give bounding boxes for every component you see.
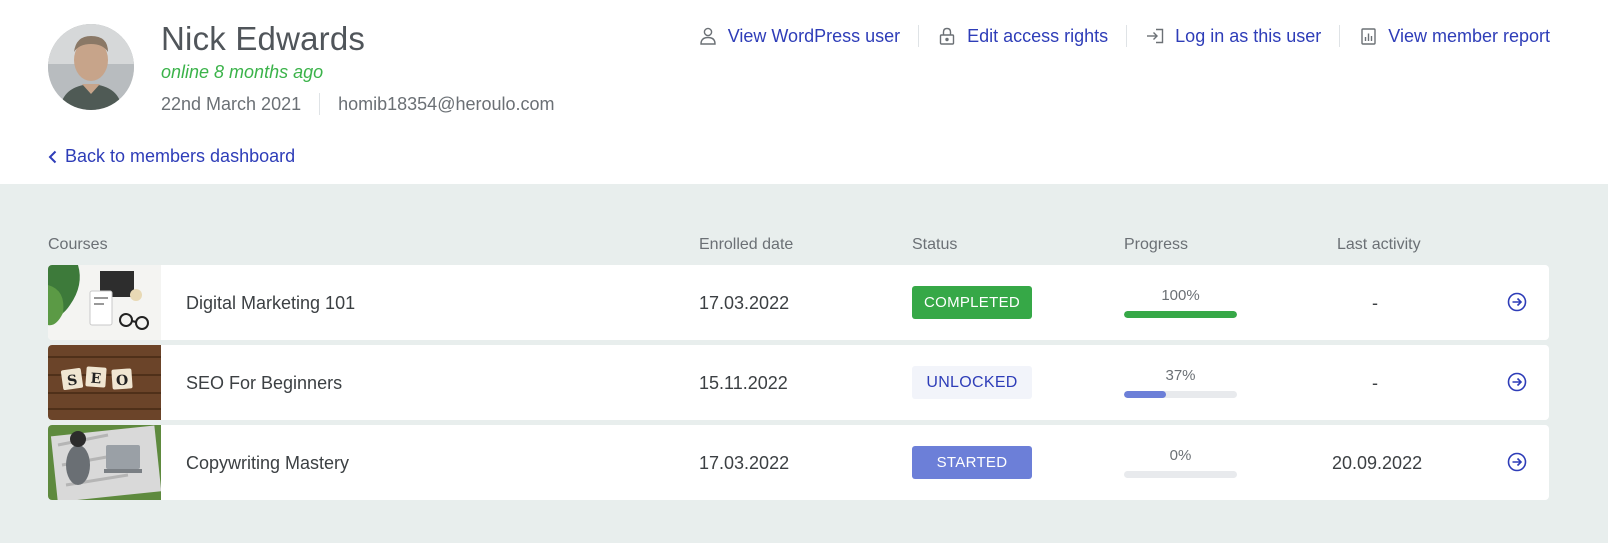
status-badge: STARTED bbox=[912, 446, 1032, 479]
progress-track bbox=[1124, 311, 1237, 318]
course-row[interactable]: Copywriting Mastery 17.03.2022 STARTED 0… bbox=[48, 425, 1549, 500]
progress-indicator: 100% bbox=[1124, 287, 1237, 318]
enrolled-date: 17.03.2022 bbox=[699, 453, 790, 473]
progress-label: 100% bbox=[1161, 287, 1200, 304]
status-badge: COMPLETED bbox=[912, 286, 1032, 319]
divider bbox=[1339, 25, 1341, 47]
back-to-dashboard-link[interactable]: Back to members dashboard bbox=[48, 146, 295, 167]
arrow-right-circle-icon[interactable] bbox=[1507, 372, 1527, 392]
progress-track bbox=[1124, 391, 1237, 398]
view-member-report-link[interactable]: View member report bbox=[1358, 26, 1550, 47]
progress-indicator: 0% bbox=[1124, 447, 1237, 478]
enrolled-date: 15.11.2022 bbox=[699, 373, 788, 393]
user-avatar bbox=[48, 24, 134, 110]
column-header-status: Status bbox=[912, 236, 958, 253]
divider bbox=[1126, 25, 1128, 47]
arrow-right-circle-icon[interactable] bbox=[1507, 292, 1527, 312]
course-name: Digital Marketing 101 bbox=[186, 293, 356, 313]
course-name: Copywriting Mastery bbox=[186, 453, 350, 473]
last-activity: 20.09.2022 bbox=[1332, 453, 1423, 473]
course-thumbnail bbox=[48, 425, 161, 500]
user-meta: 22nd March 2021 homib18354@heroulo.com bbox=[161, 92, 555, 116]
progress-label: 37% bbox=[1165, 367, 1196, 384]
last-activity: - bbox=[1372, 373, 1378, 393]
course-thumbnail: S E O bbox=[48, 345, 161, 420]
view-wordpress-user-link[interactable]: View WordPress user bbox=[698, 26, 900, 47]
lock-icon bbox=[937, 26, 957, 46]
report-icon bbox=[1358, 26, 1378, 46]
svg-text:O: O bbox=[115, 373, 128, 390]
join-date: 22nd March 2021 bbox=[161, 93, 302, 114]
course-row[interactable]: Digital Marketing 101 17.03.2022 COMPLET… bbox=[48, 265, 1549, 340]
last-activity: - bbox=[1372, 293, 1378, 313]
svg-text:E: E bbox=[90, 371, 102, 388]
enrolled-date: 17.03.2022 bbox=[699, 293, 790, 313]
course-thumbnail bbox=[48, 265, 161, 340]
login-icon bbox=[1145, 26, 1165, 46]
column-header-enrolled: Enrolled date bbox=[699, 236, 794, 253]
progress-fill bbox=[1124, 311, 1237, 318]
chevron-left-icon bbox=[48, 150, 57, 164]
online-status: online 8 months ago bbox=[161, 62, 324, 82]
user-actions: View WordPress user Edit access rights L… bbox=[698, 24, 1550, 48]
course-row[interactable]: S E O SEO For Beginners 15.11.2022 UNLOC… bbox=[48, 345, 1549, 420]
progress-fill bbox=[1124, 391, 1166, 398]
column-header-last-activity: Last activity bbox=[1337, 236, 1421, 253]
user-email: homib18354@heroulo.com bbox=[338, 93, 555, 114]
member-header: Nick Edwards online 8 months ago 22nd Ma… bbox=[0, 0, 1608, 184]
column-header-courses: Courses bbox=[48, 236, 108, 253]
courses-panel: Courses Enrolled date Status Progress La… bbox=[0, 184, 1608, 543]
progress-label: 0% bbox=[1169, 447, 1192, 464]
column-header-progress: Progress bbox=[1124, 236, 1189, 253]
log-in-as-user-link[interactable]: Log in as this user bbox=[1145, 26, 1321, 47]
user-icon bbox=[698, 26, 718, 46]
user-name: Nick Edwards bbox=[161, 20, 366, 57]
progress-track bbox=[1124, 471, 1237, 478]
status-badge: UNLOCKED bbox=[912, 366, 1032, 399]
progress-indicator: 37% bbox=[1124, 367, 1237, 398]
divider bbox=[918, 25, 920, 47]
course-name: SEO For Beginners bbox=[186, 373, 343, 393]
edit-access-rights-link[interactable]: Edit access rights bbox=[937, 26, 1108, 47]
arrow-right-circle-icon[interactable] bbox=[1507, 452, 1527, 472]
divider bbox=[319, 93, 321, 115]
